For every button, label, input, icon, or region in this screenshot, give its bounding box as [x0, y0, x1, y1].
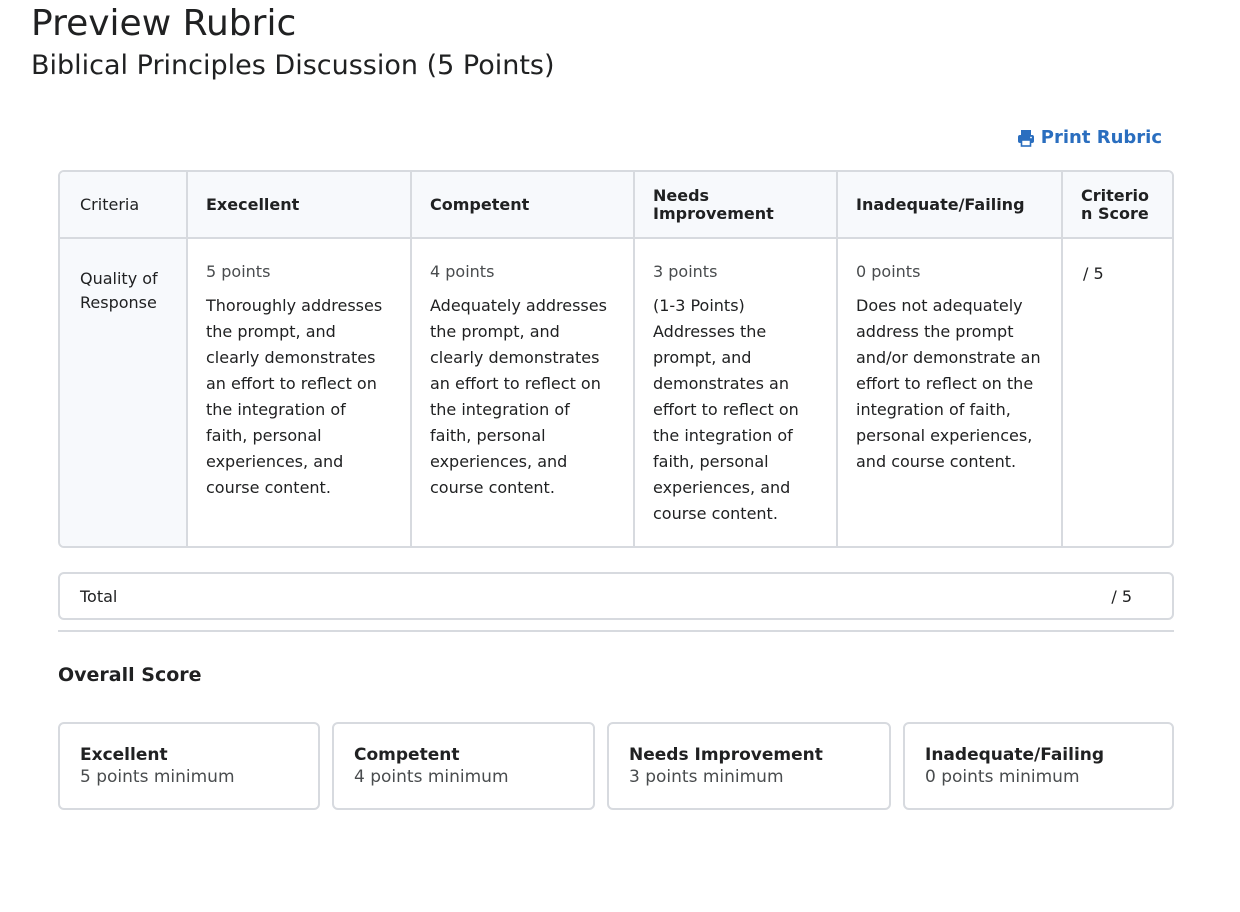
column-header-competent: Competent [411, 172, 635, 239]
overall-level-minimum: 4 points minimum [354, 767, 509, 787]
page-title: Preview Rubric [31, 3, 297, 44]
overall-level-name: Needs Improvement [629, 745, 823, 765]
section-divider [58, 630, 1174, 632]
column-header-inadequate: Inadequate/Failing [837, 172, 1063, 239]
overall-level-minimum: 5 points minimum [80, 767, 235, 787]
rubric-name: Biblical Principles Discussion (5 Points… [31, 50, 555, 81]
overall-level-competent: Competent 4 points minimum [332, 722, 595, 810]
column-header-criterion-score: Criterion Score [1062, 172, 1172, 239]
column-header-criteria: Criteria [60, 172, 188, 239]
rubric-table: Criteria Execellent Competent Needs Impr… [58, 170, 1174, 548]
level-cell-competent: 4 points Adequately addresses the prompt… [411, 238, 635, 546]
overall-level-minimum: 0 points minimum [925, 767, 1080, 787]
level-cell-excellent: 5 points Thoroughly addresses the prompt… [187, 238, 412, 546]
level-points: 4 points [430, 262, 495, 281]
overall-level-needs-improvement: Needs Improvement 3 points minimum [607, 722, 891, 810]
overall-score-heading: Overall Score [58, 664, 202, 686]
overall-level-name: Excellent [80, 745, 168, 765]
level-description: Thoroughly addresses the prompt, and cle… [206, 296, 383, 497]
criterion-score: / 5 [1083, 264, 1104, 283]
column-header-excellent: Execellent [187, 172, 412, 239]
level-points: 5 points [206, 262, 271, 281]
total-row: Total / 5 [58, 572, 1174, 620]
table-row: Quality of Response 5 points Thoroughly … [60, 238, 1172, 546]
level-cell-needs-improvement: 3 points (1-3 Points) Addresses the prom… [634, 238, 838, 546]
column-header-needs-improvement: Needs Improvement [634, 172, 838, 239]
level-description: (1-3 Points) Addresses the prompt, and d… [653, 296, 799, 523]
level-description: Does not adequately address the prompt a… [856, 296, 1041, 471]
print-rubric-label: Print Rubric [1040, 127, 1162, 148]
level-cell-inadequate: 0 points Does not adequately address the… [837, 238, 1063, 546]
total-label: Total [80, 586, 118, 606]
rubric-header-row: Criteria Execellent Competent Needs Impr… [60, 172, 1172, 239]
level-points: 0 points [856, 262, 921, 281]
level-points: 3 points [653, 262, 718, 281]
overall-level-name: Inadequate/Failing [925, 745, 1105, 765]
overall-level-name: Competent [354, 745, 460, 765]
total-score: / 5 [1111, 586, 1132, 606]
overall-level-minimum: 3 points minimum [629, 767, 784, 787]
overall-level-inadequate: Inadequate/Failing 0 points minimum [903, 722, 1174, 810]
overall-level-excellent: Excellent 5 points minimum [58, 722, 320, 810]
criterion-name: Quality of Response [60, 238, 188, 546]
print-rubric-button[interactable]: Print Rubric [1017, 127, 1162, 148]
printer-icon [1017, 129, 1035, 147]
level-description: Adequately addresses the prompt, and cle… [430, 296, 607, 497]
